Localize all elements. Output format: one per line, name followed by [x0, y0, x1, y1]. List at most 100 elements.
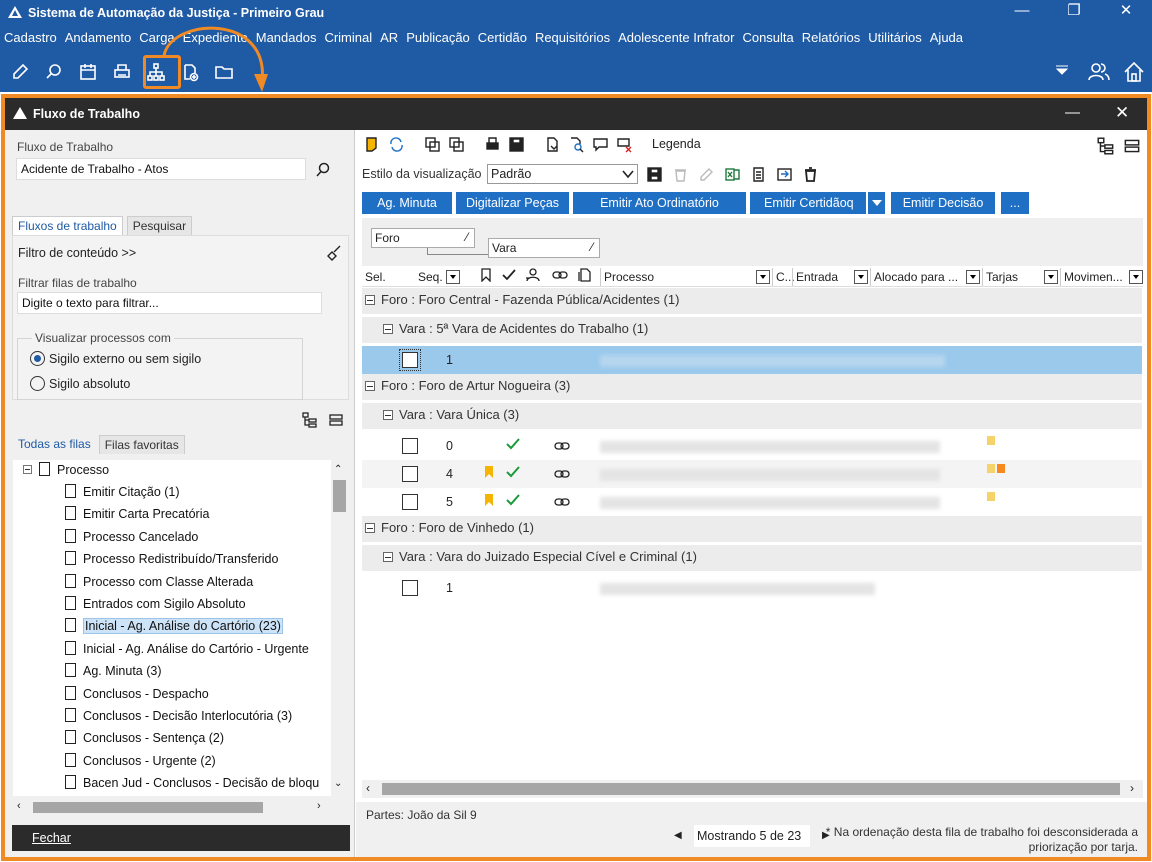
excel-icon[interactable]: [722, 164, 742, 184]
emitir-ato-ordinatorio-button[interactable]: Emitir Ato Ordinatório: [573, 192, 746, 214]
digitalizar-pecas-button[interactable]: Digitalizar Peças: [456, 192, 569, 214]
tree-item[interactable]: Bacen Jud - Conclusos - Decisão de bloqu: [65, 773, 319, 793]
search-icon[interactable]: [315, 162, 331, 181]
bookmark-icon[interactable]: [480, 268, 492, 286]
menu-item-14[interactable]: Ajuda: [926, 30, 967, 48]
group-chip-foro[interactable]: Foro ⁄: [371, 228, 475, 248]
row-checkbox[interactable]: [402, 494, 418, 510]
tab-filas-favoritas[interactable]: Filas favoritas: [98, 435, 185, 454]
window-minimize-button[interactable]: —: [1065, 104, 1080, 121]
ag-minuta-button[interactable]: Ag. Minuta: [362, 192, 452, 214]
menu-item-12[interactable]: Relatórios: [798, 30, 865, 48]
tree-expand-icon[interactable]: [1096, 136, 1116, 159]
print-icon[interactable]: [482, 134, 502, 154]
tree-item[interactable]: Conclusos - Decisão Interlocutória (3): [65, 706, 292, 726]
collapse-toggle-icon[interactable]: [365, 381, 375, 391]
menu-item-5[interactable]: Criminal: [320, 30, 376, 48]
tree-item[interactable]: Conclusos - Urgente (2): [65, 751, 216, 771]
calendar-icon[interactable]: [74, 58, 102, 86]
tree-vertical-scrollbar[interactable]: ⌃ ⌄: [331, 460, 348, 796]
group-foro[interactable]: Foro : Foro Central - Fazenda Pública/Ac…: [362, 288, 1142, 314]
radio-icon[interactable]: [30, 376, 45, 391]
filtro-conteudo-toggle[interactable]: Filtro de conteúdo >>: [18, 246, 136, 260]
export-icon[interactable]: [774, 164, 794, 184]
filter-dropdown-icon[interactable]: [756, 270, 770, 284]
collapse-toggle-icon[interactable]: [383, 410, 393, 420]
radio-sigilo-absoluto[interactable]: Sigilo absoluto: [30, 376, 130, 391]
scroll-down-icon[interactable]: ⌄: [334, 778, 342, 789]
table-row[interactable]: 1: [362, 346, 1142, 374]
search-process-icon[interactable]: [40, 58, 68, 86]
fechar-button[interactable]: Fechar: [12, 825, 350, 851]
scroll-left-icon[interactable]: ‹: [366, 781, 370, 795]
menu-item-13[interactable]: Utilitários: [864, 30, 925, 48]
col-alocado[interactable]: Alocado para ...: [870, 268, 980, 286]
link-icon[interactable]: [552, 268, 568, 286]
filter-dropdown-icon[interactable]: [446, 270, 461, 284]
tree-collapse-icon[interactable]: [327, 411, 345, 432]
col-seq[interactable]: Seq.: [418, 268, 461, 286]
col-movimentacao[interactable]: Movimen...: [1060, 268, 1143, 286]
close-button[interactable]: ✕: [1112, 2, 1140, 22]
check-icon[interactable]: [502, 268, 516, 286]
table-row[interactable]: 5: [362, 488, 1142, 516]
tree-item[interactable]: Entrados com Sigilo Absoluto: [65, 594, 246, 614]
comment-icon[interactable]: [590, 134, 610, 154]
note-icon[interactable]: [362, 134, 382, 154]
tree-item[interactable]: Processo com Classe Alterada: [65, 572, 253, 592]
scroll-right-icon[interactable]: ›: [1130, 781, 1134, 795]
tab-todas-filas[interactable]: Todas as filas: [16, 435, 93, 454]
save-list-icon[interactable]: [506, 134, 526, 154]
save-icon[interactable]: [644, 164, 664, 184]
trash-icon[interactable]: [800, 164, 820, 184]
document-list-icon[interactable]: [748, 164, 768, 184]
table-row[interactable]: 0: [362, 432, 1142, 460]
menu-item-7[interactable]: Publicação: [402, 30, 474, 48]
tab-pesquisar[interactable]: Pesquisar: [126, 216, 193, 235]
tree-item[interactable]: Processo Redistribuído/Transferido: [65, 549, 278, 569]
printer-icon[interactable]: [108, 58, 136, 86]
collapse-all-icon[interactable]: [446, 134, 466, 154]
row-checkbox[interactable]: [402, 438, 418, 454]
dropdown-arrow-icon[interactable]: [1054, 63, 1070, 77]
emitir-certidao-button[interactable]: Emitir Certidãoq: [750, 192, 866, 214]
more-actions-button[interactable]: ...: [1001, 192, 1029, 214]
tab-fluxos[interactable]: Fluxos de trabalho: [12, 216, 123, 235]
expand-all-icon[interactable]: [422, 134, 442, 154]
tree-horizontal-scrollbar[interactable]: ‹ ›: [13, 798, 331, 816]
tree-collapse-icon[interactable]: [1122, 136, 1142, 159]
menu-item-6[interactable]: AR: [376, 30, 402, 48]
collapse-toggle-icon[interactable]: [383, 324, 393, 334]
emitir-decisao-button[interactable]: Emitir Decisão: [891, 192, 995, 214]
menu-item-8[interactable]: Certidão: [474, 30, 531, 48]
menu-item-1[interactable]: Andamento: [61, 30, 136, 48]
minimize-button[interactable]: —: [1008, 2, 1036, 22]
comment-delete-icon[interactable]: [614, 134, 634, 154]
group-foro[interactable]: Foro : Foro de Artur Nogueira (3): [362, 374, 1142, 400]
filtrar-input[interactable]: Digite o texto para filtrar...: [17, 292, 322, 314]
legenda-link[interactable]: Legenda: [652, 137, 701, 151]
group-foro[interactable]: Foro : Foro de Vinhedo (1): [362, 516, 1142, 542]
menu-item-11[interactable]: Consulta: [738, 30, 797, 48]
menu-item-10[interactable]: Adolescente Infrator: [614, 30, 738, 48]
tree-item[interactable]: Emitir Citação (1): [65, 482, 180, 502]
grid-horizontal-scrollbar[interactable]: ‹ ›: [362, 780, 1143, 798]
table-row[interactable]: 4: [362, 460, 1142, 488]
certidao-dropdown-button[interactable]: [867, 192, 885, 214]
group-vara[interactable]: Vara : Vara do Juizado Especial Cível e …: [362, 545, 1142, 571]
document-search-icon[interactable]: [566, 134, 586, 154]
group-chip-vara[interactable]: Vara ⁄: [488, 238, 600, 258]
collapse-toggle-icon[interactable]: [383, 552, 393, 562]
prev-page-icon[interactable]: ◀: [674, 830, 682, 841]
tree-item[interactable]: Inicial - Ag. Análise do Cartório (23): [65, 616, 283, 636]
user-flow-icon[interactable]: [525, 268, 541, 286]
menu-item-0[interactable]: Cadastro: [0, 30, 61, 48]
tree-item[interactable]: Conclusos - Despacho: [65, 684, 209, 704]
restore-button[interactable]: ❐: [1060, 2, 1088, 22]
scroll-right-icon[interactable]: ›: [317, 800, 321, 812]
users-icon[interactable]: [1087, 60, 1111, 84]
filter-dropdown-icon[interactable]: [854, 270, 868, 284]
estilo-select[interactable]: Padrão: [487, 164, 638, 184]
radio-icon[interactable]: [30, 351, 45, 366]
menu-item-9[interactable]: Requisitórios: [531, 30, 614, 48]
